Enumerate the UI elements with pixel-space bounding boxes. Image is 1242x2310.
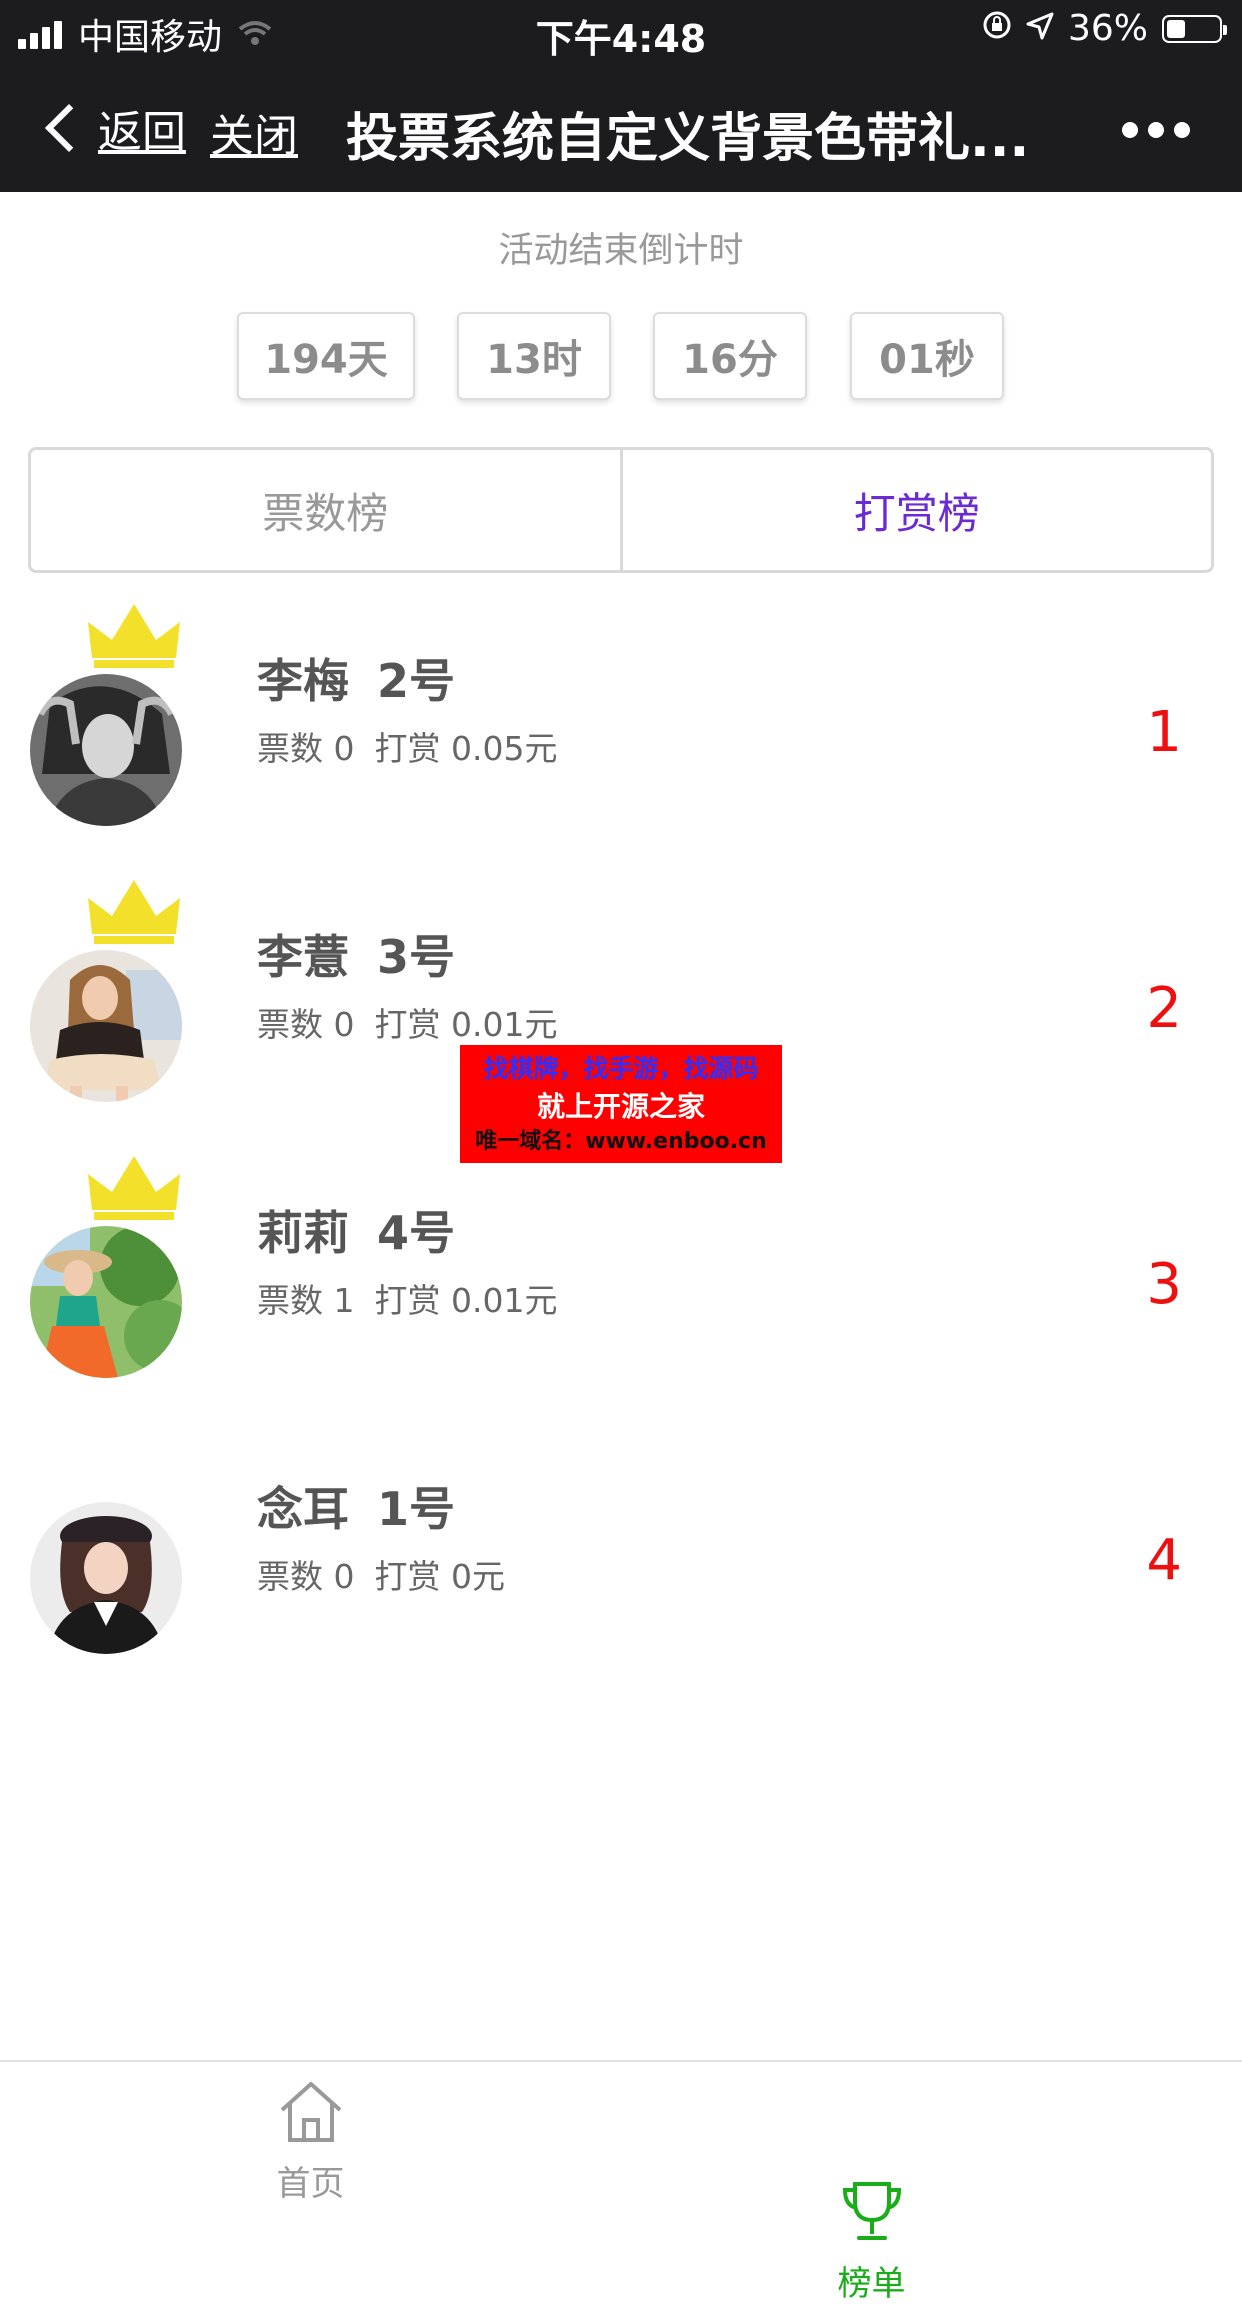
- back-label: 返回: [98, 107, 186, 158]
- candidate-name: 念耳 1号: [257, 1473, 455, 1539]
- rank-number: 3: [1146, 1252, 1182, 1317]
- candidate-stats: 票数 0 打赏 0.05元: [257, 722, 557, 770]
- candidate-name: 李梅 2号: [257, 645, 455, 711]
- ranking-tabs: 票数榜 打赏榜: [28, 447, 1214, 573]
- battery-level: [1167, 19, 1185, 38]
- tabbar-ranking-label: 榜单: [837, 2264, 906, 2304]
- candidate-number: 3号: [377, 930, 456, 984]
- bottom-tabbar: 首页 榜单: [0, 2060, 1242, 2304]
- reward-amount: 打赏 0.01元: [374, 1005, 558, 1044]
- close-button[interactable]: 关闭: [210, 100, 298, 164]
- battery-percent: 36%: [1067, 8, 1148, 49]
- tab-rewards[interactable]: 打赏榜: [619, 450, 1212, 570]
- home-icon: [280, 2082, 341, 2142]
- nav-bar: 返回 关闭 投票系统自定义背景色带礼...: [0, 62, 1242, 192]
- avatar-wrap: [30, 600, 182, 826]
- dot-icon: [1122, 122, 1138, 138]
- rank-number: 1: [1146, 700, 1182, 765]
- more-menu-button[interactable]: [1122, 122, 1190, 138]
- page-title: 投票系统自定义背景色带礼...: [346, 109, 1030, 169]
- avatar-wrap: [30, 1428, 182, 1654]
- tab-votes[interactable]: 票数榜: [31, 450, 620, 570]
- chevron-left-icon: [44, 103, 94, 153]
- countdown-label: 活动结束倒计时: [498, 231, 744, 271]
- back-button[interactable]: 返回: [40, 96, 186, 160]
- avatar-wrap: [30, 1152, 182, 1378]
- watermark-line-2: 就上开源之家: [536, 1090, 705, 1123]
- crown-icon: [88, 880, 180, 944]
- watermark-banner: 找棋牌，找手游，找源码 就上开源之家 唯一域名：www.enboo.cn: [460, 1045, 782, 1163]
- candidate-number: 4号: [377, 1206, 456, 1260]
- candidate-name-text: 李梅: [257, 654, 349, 708]
- candidate-number: 2号: [377, 654, 456, 708]
- ranking-row[interactable]: 莉莉 4号 票数 1 打赏 0.01元 3: [0, 1152, 1242, 1428]
- candidate-stats: 票数 0 打赏 0元: [257, 1550, 505, 1598]
- tabbar-home-label: 首页: [276, 2164, 345, 2204]
- countdown: 194天 13时 16分 01秒: [0, 312, 1242, 402]
- avatar: [30, 1502, 182, 1654]
- candidate-name-text: 莉莉: [257, 1206, 349, 1260]
- candidate-number: 1号: [377, 1482, 456, 1536]
- watermark-line-1: 找棋牌，找手游，找源码: [483, 1054, 759, 1083]
- status-right: 36%: [982, 8, 1227, 49]
- avatar-wrap: [30, 876, 182, 1102]
- candidate-stats: 票数 1 打赏 0.01元: [257, 1274, 557, 1322]
- reward-amount: 打赏 0.05元: [374, 729, 558, 768]
- countdown-hours: 13时: [457, 312, 611, 400]
- reward-amount: 打赏 0元: [374, 1557, 506, 1596]
- trophy-icon: [842, 2182, 901, 2240]
- avatar: [30, 1226, 182, 1378]
- status-bar: 中国移动 下午4:48 36%: [0, 0, 1242, 62]
- watermark-line-3: 唯一域名：www.enboo.cn: [475, 1129, 767, 1154]
- countdown-days: 194天: [237, 312, 415, 400]
- crown-icon: [88, 1156, 180, 1220]
- candidate-name-text: 李薏: [257, 930, 349, 984]
- tabbar-ranking[interactable]: 榜单: [561, 2162, 1182, 2310]
- countdown-seconds: 01秒: [850, 312, 1004, 400]
- ranking-row[interactable]: 李梅 2号 票数 0 打赏 0.05元 1: [0, 600, 1242, 876]
- countdown-minutes: 16分: [653, 312, 807, 400]
- battery-icon: [1162, 14, 1227, 43]
- candidate-stats: 票数 0 打赏 0.01元: [257, 998, 557, 1046]
- tabbar-home[interactable]: 首页: [0, 2062, 621, 2210]
- candidate-name: 莉莉 4号: [257, 1197, 455, 1263]
- dot-icon: [1174, 122, 1190, 138]
- location-icon: [1026, 8, 1054, 49]
- reward-amount: 打赏 0.01元: [374, 1281, 558, 1320]
- dot-icon: [1148, 122, 1164, 138]
- vote-count: 票数 0: [257, 729, 355, 768]
- vote-count: 票数 0: [257, 1005, 355, 1044]
- vote-count: 票数 1: [257, 1281, 355, 1320]
- top-bar: 中国移动 下午4:48 36% 返回 关闭 投票系统自定义背景色带礼...: [0, 0, 1242, 192]
- ranking-row[interactable]: 念耳 1号 票数 0 打赏 0元 4: [0, 1428, 1242, 1704]
- candidate-name-text: 念耳: [257, 1482, 349, 1536]
- orientation-lock-icon: [982, 8, 1012, 49]
- avatar: [30, 950, 182, 1102]
- candidate-name: 李薏 3号: [257, 921, 455, 987]
- avatar: [30, 674, 182, 826]
- rank-number: 4: [1146, 1528, 1182, 1593]
- vote-count: 票数 0: [257, 1557, 355, 1596]
- rank-number: 2: [1146, 976, 1182, 1041]
- crown-icon: [88, 604, 180, 668]
